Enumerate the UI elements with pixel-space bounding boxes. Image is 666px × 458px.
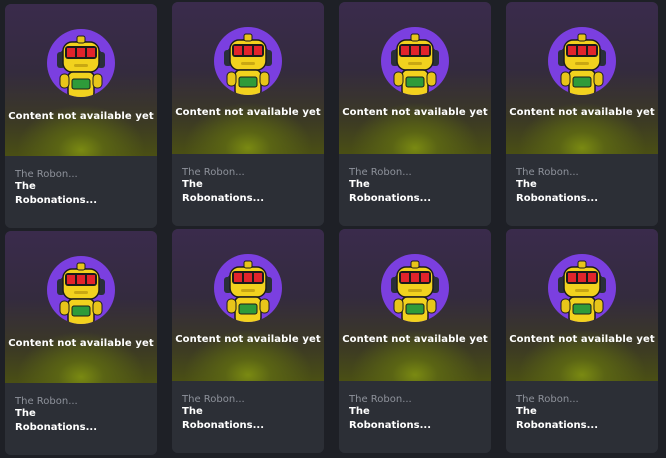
collection-name[interactable]: The Robon... (516, 394, 579, 405)
card-media-placeholder: Content not available yet (5, 231, 157, 383)
item-title-line-1: The (182, 179, 203, 190)
card-info: The Robon... The Robonations... (339, 154, 491, 226)
collection-name[interactable]: The Robon... (182, 167, 245, 178)
item-title-line-1: The (15, 181, 36, 192)
robot-mascot-icon (213, 26, 283, 96)
card-media-placeholder: Content not available yet (339, 229, 491, 381)
card-info: The Robon... The Robonations... (172, 154, 324, 226)
content-unavailable-text: Content not available yet (175, 334, 321, 345)
item-title-line-1: The (516, 179, 537, 190)
item-title-line-1: The (349, 179, 370, 190)
nft-card[interactable]: Content not available yet The Robon... T… (506, 229, 658, 453)
card-media-placeholder: Content not available yet (506, 229, 658, 381)
card-info: The Robon... The Robonations... (506, 381, 658, 453)
nft-card[interactable]: Content not available yet The Robon... T… (5, 231, 157, 455)
content-unavailable-text: Content not available yet (509, 334, 655, 345)
content-unavailable-text: Content not available yet (8, 338, 154, 349)
content-unavailable-text: Content not available yet (509, 107, 655, 118)
nft-card[interactable]: Content not available yet The Robon... T… (339, 2, 491, 226)
content-unavailable-text: Content not available yet (8, 111, 154, 122)
collection-name[interactable]: The Robon... (516, 167, 579, 178)
card-info: The Robon... The Robonations... (172, 381, 324, 453)
card-info: The Robon... The Robonations... (339, 381, 491, 453)
item-title-line-1: The (516, 406, 537, 417)
item-title-line-2: Robonations... (516, 193, 599, 204)
collection-name[interactable]: The Robon... (349, 167, 412, 178)
item-title-line-2: Robonations... (182, 193, 265, 204)
robot-mascot-icon (547, 26, 617, 96)
robot-mascot-icon (46, 255, 116, 325)
robot-mascot-icon (46, 28, 116, 98)
card-media-placeholder: Content not available yet (172, 2, 324, 154)
card-media-placeholder: Content not available yet (172, 229, 324, 381)
item-title-line-2: Robonations... (349, 420, 432, 431)
nft-card-grid: Content not available yet The Robon... T… (0, 0, 666, 458)
item-title-line-1: The (349, 406, 370, 417)
collection-name[interactable]: The Robon... (15, 169, 78, 180)
content-unavailable-text: Content not available yet (342, 107, 488, 118)
robot-mascot-icon (213, 253, 283, 323)
item-title-line-1: The (15, 408, 36, 419)
card-info: The Robon... The Robonations... (506, 154, 658, 226)
card-media-placeholder: Content not available yet (5, 4, 157, 156)
robot-mascot-icon (380, 26, 450, 96)
nft-card[interactable]: Content not available yet The Robon... T… (506, 2, 658, 226)
nft-card[interactable]: Content not available yet The Robon... T… (339, 229, 491, 453)
robot-mascot-icon (380, 253, 450, 323)
item-title-line-2: Robonations... (15, 195, 98, 206)
item-title-line-2: Robonations... (516, 420, 599, 431)
nft-card[interactable]: Content not available yet The Robon... T… (172, 229, 324, 453)
collection-name[interactable]: The Robon... (349, 394, 412, 405)
nft-card[interactable]: Content not available yet The Robon... T… (172, 2, 324, 226)
content-unavailable-text: Content not available yet (342, 334, 488, 345)
item-title-line-2: Robonations... (15, 422, 98, 433)
robot-mascot-icon (547, 253, 617, 323)
collection-name[interactable]: The Robon... (182, 394, 245, 405)
card-media-placeholder: Content not available yet (506, 2, 658, 154)
item-title-line-1: The (182, 406, 203, 417)
item-title-line-2: Robonations... (349, 193, 432, 204)
card-info: The Robon... The Robonations... (5, 383, 157, 455)
card-media-placeholder: Content not available yet (339, 2, 491, 154)
nft-card[interactable]: Content not available yet The Robon... T… (5, 4, 157, 228)
content-unavailable-text: Content not available yet (175, 107, 321, 118)
card-info: The Robon... The Robonations... (5, 156, 157, 228)
item-title-line-2: Robonations... (182, 420, 265, 431)
collection-name[interactable]: The Robon... (15, 396, 78, 407)
